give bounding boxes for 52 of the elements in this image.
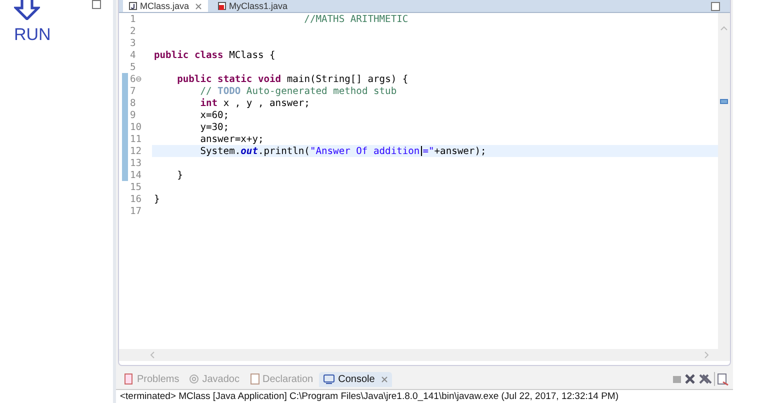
document-icon bbox=[250, 373, 260, 385]
close-icon[interactable] bbox=[380, 376, 388, 382]
maximize-icon[interactable] bbox=[92, 0, 101, 9]
code-line: // TODO Auto-generated method stub bbox=[199, 86, 397, 96]
run-label: RUN bbox=[14, 25, 52, 45]
line-number: 5 bbox=[129, 62, 137, 72]
code-line: } bbox=[176, 170, 183, 180]
horizontal-scrollbar[interactable] bbox=[119, 349, 730, 361]
line-number: 16 bbox=[129, 194, 143, 204]
code-line: System.out.println("Answer Of addition ="+answer); bbox=[199, 146, 486, 156]
view-tab[interactable]: Console bbox=[319, 372, 392, 386]
code-line: public static void main(String[] args) { bbox=[176, 74, 408, 84]
editor-tab[interactable]: MClass.java bbox=[123, 0, 208, 12]
remove-all-icon[interactable] bbox=[698, 373, 712, 385]
line-number: 12 bbox=[129, 146, 143, 156]
clear-console-icon[interactable] bbox=[717, 372, 729, 386]
line-number: 14 bbox=[129, 170, 143, 180]
line-number: 4 bbox=[129, 50, 137, 60]
maximize-icon[interactable] bbox=[711, 2, 720, 10]
line-number: 13 bbox=[129, 158, 143, 168]
vertical-scrollbar[interactable] bbox=[718, 13, 730, 349]
line-number: 6⊖ bbox=[129, 74, 143, 84]
java-file-error-icon bbox=[218, 2, 226, 10]
java-file-icon bbox=[129, 2, 137, 10]
occurrence-marker[interactable] bbox=[720, 99, 728, 104]
code-line: answer=x+y; bbox=[199, 134, 264, 144]
line-number: 2 bbox=[129, 26, 137, 36]
code-line: //MATHS ARITHMETIC bbox=[303, 14, 408, 24]
line-number: 17 bbox=[129, 206, 143, 216]
monitor-icon bbox=[323, 374, 336, 384]
line-number: 11 bbox=[129, 134, 143, 144]
line-number: 10 bbox=[129, 122, 143, 132]
remove-icon[interactable] bbox=[684, 373, 696, 385]
chevron-up-icon[interactable] bbox=[720, 25, 728, 31]
chevron-right-icon[interactable] bbox=[704, 351, 710, 359]
problems-icon bbox=[124, 373, 134, 385]
code-line: int x , y , answer; bbox=[199, 98, 310, 108]
line-number: 15 bbox=[129, 182, 143, 192]
editor-tab[interactable]: MyClass1.java bbox=[212, 0, 294, 12]
line-number: 3 bbox=[129, 38, 137, 48]
code-line: x=60; bbox=[199, 110, 230, 120]
close-icon[interactable] bbox=[195, 2, 202, 10]
line-number: 1 bbox=[129, 14, 137, 24]
line-number: 7 bbox=[129, 86, 137, 96]
code-line: public class MClass { bbox=[153, 50, 276, 60]
console-status: <terminated> MClass [Java Application] C:\Program Files\Java\jre1.8.0_141\bin\javaw.exe (Jul 22, 2017, 12:32:14 PM) bbox=[116, 389, 733, 403]
line-number: 8 bbox=[129, 98, 137, 108]
stop-icon[interactable] bbox=[672, 374, 682, 384]
chevron-left-icon[interactable] bbox=[149, 351, 155, 359]
code-line: y=30; bbox=[199, 122, 230, 132]
line-number: 9 bbox=[129, 110, 137, 120]
code-line: } bbox=[153, 194, 160, 204]
